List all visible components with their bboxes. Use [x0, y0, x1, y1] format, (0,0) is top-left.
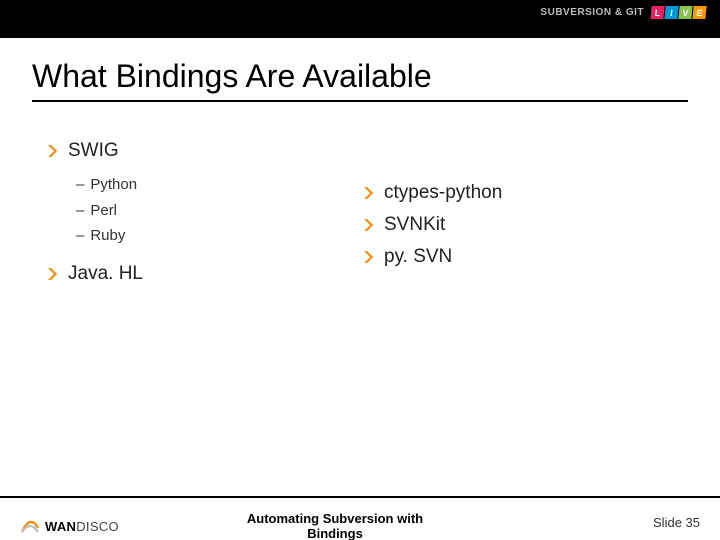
list-item: py. SVN	[364, 246, 680, 268]
chevron-right-icon	[364, 251, 374, 263]
sub-list-item-label: Python	[90, 176, 137, 193]
company-logo: WANDISCO	[20, 518, 119, 534]
list-item: Java. HL	[48, 263, 364, 285]
brand-text: SUBVERSION & GIT	[540, 7, 644, 18]
sub-list: –Python –Perl –Ruby	[76, 172, 364, 249]
sub-list-item-label: Ruby	[90, 227, 125, 244]
slide: SUBVERSION & GIT L I V E What Bindings A…	[0, 0, 720, 540]
sub-list-item-label: Perl	[90, 202, 117, 219]
content-area: SWIG –Python –Perl –Ruby Java. HL ctypes…	[48, 140, 680, 295]
brand-area: SUBVERSION & GIT L I V E	[540, 6, 706, 19]
live-logo: L I V E	[650, 6, 706, 19]
right-column: ctypes-python SVNKit py. SVN	[364, 182, 680, 295]
left-column: SWIG –Python –Perl –Ruby Java. HL	[48, 140, 364, 295]
footer: WANDISCO Automating Subversion with Bind…	[0, 496, 720, 540]
footer-divider	[0, 496, 720, 498]
live-letter-i: I	[664, 6, 678, 19]
list-item-label: py. SVN	[384, 246, 452, 268]
live-letter-e: E	[692, 6, 706, 19]
company-name: WANDISCO	[45, 519, 119, 534]
list-item: SWIG	[48, 140, 364, 162]
presentation-title: Automating Subversion with Bindings	[235, 512, 435, 540]
page-title: What Bindings Are Available	[32, 58, 432, 95]
sub-list-item: –Python	[76, 172, 364, 198]
title-underline	[32, 100, 688, 102]
slide-number: Slide 35	[653, 515, 700, 530]
sub-list-item: –Perl	[76, 198, 364, 224]
chevron-right-icon	[364, 219, 374, 231]
list-item: SVNKit	[364, 214, 680, 236]
top-bar: SUBVERSION & GIT L I V E	[0, 0, 720, 38]
list-item: ctypes-python	[364, 182, 680, 204]
sub-list-item: –Ruby	[76, 223, 364, 249]
chevron-right-icon	[48, 145, 58, 157]
chevron-right-icon	[48, 268, 58, 280]
company-name-light: DISCO	[76, 519, 119, 534]
list-item-label: SVNKit	[384, 214, 445, 236]
list-item-label: ctypes-python	[384, 182, 502, 204]
list-item-label: SWIG	[68, 140, 119, 162]
swoosh-icon	[20, 518, 40, 534]
company-name-bold: WAN	[45, 519, 76, 534]
live-letter-v: V	[678, 6, 692, 19]
list-item-label: Java. HL	[68, 263, 143, 285]
chevron-right-icon	[364, 187, 374, 199]
live-letter-l: L	[650, 6, 664, 19]
